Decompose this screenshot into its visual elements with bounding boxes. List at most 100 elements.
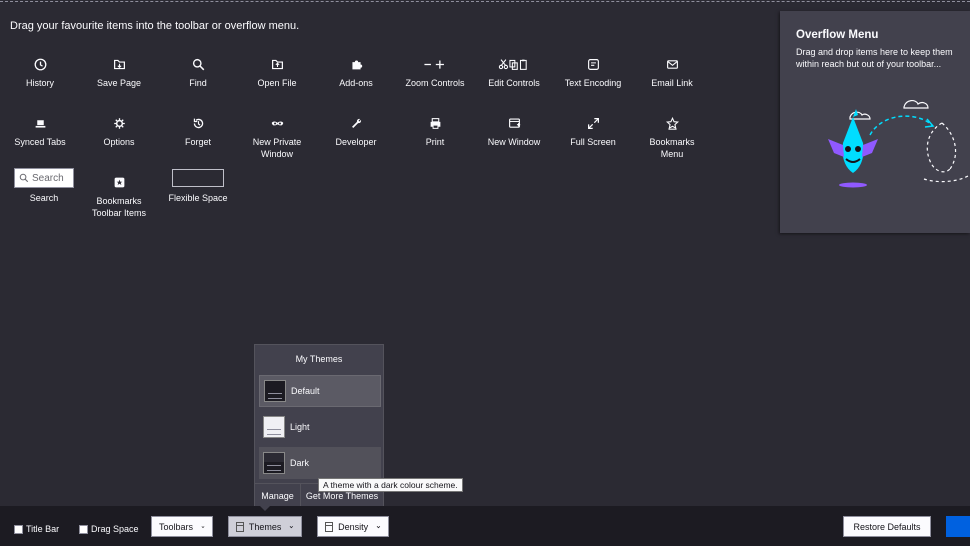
theme-thumbnail-light xyxy=(263,416,285,438)
density-icon xyxy=(325,521,334,532)
theme-thumbnail-dark xyxy=(263,452,285,474)
restore-defaults-button[interactable]: Restore Defaults xyxy=(843,516,931,537)
overflow-description: Drag and drop items here to keep them wi… xyxy=(796,47,953,69)
encoding-icon xyxy=(585,56,601,72)
palette-item-find[interactable]: Find xyxy=(158,56,238,89)
customize-footer: Title Bar Drag Space Toolbars Themes Den… xyxy=(0,506,970,546)
wrench-icon xyxy=(348,115,364,131)
palette-item-developer[interactable]: Developer xyxy=(316,115,396,148)
palette-item-label: Save Page xyxy=(96,78,142,88)
palette-item-text-encoding[interactable]: Text Encoding xyxy=(553,56,633,89)
checkbox-label: Drag Space xyxy=(91,524,139,534)
forget-icon xyxy=(190,115,206,131)
magnifier-icon xyxy=(190,56,206,72)
palette-item-zoom-controls[interactable]: Zoom Controls xyxy=(395,56,475,89)
scissors-icon xyxy=(494,56,534,72)
puzzle-icon xyxy=(348,56,364,72)
theme-option-dark[interactable]: Dark xyxy=(259,447,381,479)
palette-item-label: Synced Tabs xyxy=(14,137,66,147)
palette-item-edit-controls[interactable]: Edit Controls xyxy=(474,56,554,89)
save-page-icon xyxy=(111,56,127,72)
palette-item-flexible-space[interactable]: Flexible Space xyxy=(158,168,238,204)
themes-icon xyxy=(236,521,244,532)
chevron-down-icon xyxy=(201,525,205,528)
flexible-space-placeholder xyxy=(172,169,224,187)
palette-item-label: Text Encoding xyxy=(564,78,622,88)
chevron-down-icon xyxy=(290,525,294,528)
bookmarks-toolbar-icon xyxy=(111,174,127,190)
palette-item-save-page[interactable]: Save Page xyxy=(79,56,159,89)
palette-item-email-link[interactable]: Email Link xyxy=(632,56,712,89)
star-icon xyxy=(664,115,680,131)
zoom-icon xyxy=(420,56,450,72)
new-window-icon xyxy=(506,115,522,131)
clock-icon xyxy=(32,56,48,72)
palette-item-full-screen[interactable]: Full Screen xyxy=(553,115,633,148)
theme-label: Dark xyxy=(290,458,310,468)
search-input[interactable]: Search xyxy=(14,168,74,188)
theme-thumbnail-default xyxy=(264,380,286,402)
toolbars-dropdown[interactable]: Toolbars xyxy=(151,516,213,537)
palette-item-add-ons[interactable]: Add-ons xyxy=(316,56,396,89)
themes-panel-arrow xyxy=(260,506,270,511)
themes-dropdown[interactable]: Themes xyxy=(228,516,302,537)
palette-item-bookmarks-menu[interactable]: Bookmarks Menu xyxy=(632,115,712,160)
customize-instructions: Drag your favourite items into the toolb… xyxy=(10,20,300,32)
theme-label: Light xyxy=(290,422,310,432)
done-button[interactable] xyxy=(946,516,970,537)
overflow-menu-panel: Overflow Menu Drag and drop items here t… xyxy=(780,11,970,233)
palette-item-label: Forget xyxy=(184,137,211,147)
checkbox-label: Title Bar xyxy=(26,524,60,534)
manage-themes-button[interactable]: Manage xyxy=(255,484,301,507)
palette-item-new-private-window[interactable]: New Private Window xyxy=(237,115,317,160)
palette-item-history[interactable]: History xyxy=(0,56,80,89)
palette-item-label: Options xyxy=(103,137,135,147)
palette-item-label: Print xyxy=(425,137,445,147)
palette-item-label: Find xyxy=(189,78,207,88)
palette-item-label: New Private Window xyxy=(252,137,302,159)
palette-item-label: Developer xyxy=(335,137,377,147)
palette-item-label: Edit Controls xyxy=(488,78,540,88)
palette-item-label: History xyxy=(25,78,54,88)
dropdown-label: Toolbars xyxy=(159,521,194,532)
search-icon xyxy=(19,173,29,183)
palette-item-print[interactable]: Print xyxy=(395,115,475,148)
laptop-icon xyxy=(32,115,48,131)
theme-option-light[interactable]: Light xyxy=(259,411,381,443)
mask-icon xyxy=(269,115,285,131)
dropdown-label: Themes xyxy=(248,521,282,532)
palette-item-forget[interactable]: Forget xyxy=(158,115,238,148)
toolbar-drop-area-border xyxy=(0,1,970,2)
themes-panel-title: My Themes xyxy=(295,354,343,364)
envelope-icon xyxy=(664,56,680,72)
palette-item-label: Flexible Space xyxy=(168,193,228,203)
density-dropdown[interactable]: Density xyxy=(317,516,389,537)
palette-item-search[interactable]: Search Search xyxy=(4,168,84,204)
palette-item-label: Zoom Controls xyxy=(405,78,465,88)
overflow-illustration xyxy=(828,100,970,188)
dropdown-label: Density xyxy=(338,521,369,532)
title-bar-checkbox[interactable]: Title Bar xyxy=(14,524,59,534)
gear-icon xyxy=(111,115,127,131)
checkbox-box xyxy=(14,524,23,534)
palette-item-options[interactable]: Options xyxy=(79,115,159,148)
theme-tooltip: A theme with a dark colour scheme. xyxy=(318,478,463,492)
folder-icon xyxy=(269,56,285,72)
theme-option-default[interactable]: Default xyxy=(259,375,381,407)
expand-icon xyxy=(585,115,601,131)
palette-item-label: Bookmarks Toolbar Items xyxy=(91,196,147,218)
theme-label: Default xyxy=(291,386,320,396)
palette-item-label: Add-ons xyxy=(339,78,373,88)
palette-item-bookmarks-toolbar-items[interactable]: Bookmarks Toolbar Items xyxy=(79,174,159,219)
drag-space-checkbox[interactable]: Drag Space xyxy=(79,524,139,534)
palette-item-label: Open File xyxy=(257,78,297,88)
search-placeholder: Search xyxy=(32,172,64,184)
palette-item-new-window[interactable]: New Window xyxy=(474,115,554,148)
palette-item-open-file[interactable]: Open File xyxy=(237,56,317,89)
palette-item-synced-tabs[interactable]: Synced Tabs xyxy=(0,115,80,148)
palette-item-label: New Window xyxy=(487,137,541,147)
palette-item-label: Full Screen xyxy=(570,137,616,147)
printer-icon xyxy=(427,115,443,131)
palette-item-label: Search xyxy=(29,193,59,203)
chevron-down-icon xyxy=(376,525,381,528)
